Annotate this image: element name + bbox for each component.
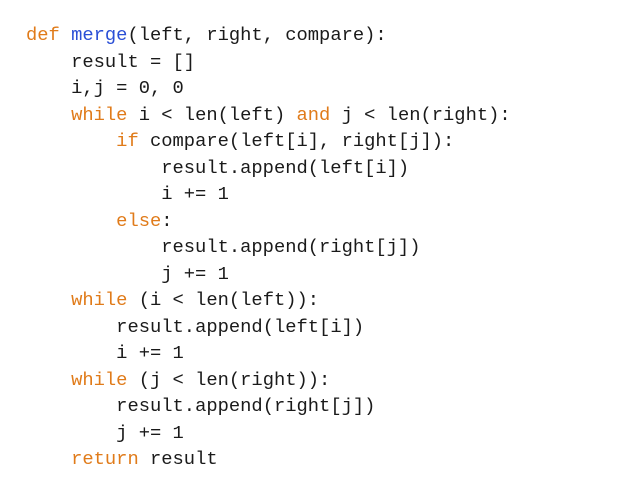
code-keyword: else: [116, 209, 162, 232]
code-text: result = []: [71, 50, 196, 73]
code-text: i < len(left): [127, 103, 297, 126]
code-text: result.append(right[j]): [161, 236, 421, 258]
code-text: (i < len(left)):: [127, 289, 320, 311]
code-text: i += 1: [116, 342, 184, 364]
code-text: :: [161, 209, 173, 232]
code-line: i,j = 0, 0: [26, 75, 511, 102]
code-line: i += 1: [26, 340, 511, 367]
code-keyword: def: [26, 24, 60, 46]
code-keyword: while: [71, 368, 128, 391]
code-text: result.append(left[i]): [116, 315, 365, 338]
code-line: i += 1: [26, 181, 511, 208]
code-text: result: [138, 448, 218, 470]
code-line: j += 1: [26, 261, 511, 288]
code-text: i += 1: [161, 183, 229, 205]
code-line: result = []: [26, 49, 511, 76]
code-text: (j < len(right)):: [127, 368, 331, 391]
code-line: result.append(right[j]): [26, 393, 511, 420]
code-text: (left, right, compare):: [127, 24, 387, 46]
code-text: i,j = 0, 0: [71, 77, 184, 99]
code-keyword: if: [116, 130, 139, 152]
code-text: result.append(right[j]): [116, 395, 376, 417]
code-text: compare(left[i], right[j]):: [138, 130, 455, 152]
code-line: j += 1: [26, 420, 511, 447]
code-text: j += 1: [161, 262, 229, 285]
code-line: return result: [26, 446, 511, 473]
code-text: j += 1: [116, 421, 184, 444]
code-keyword: return: [71, 448, 139, 470]
code-line: result.append(left[i]): [26, 314, 511, 341]
code-keyword: while: [71, 289, 128, 311]
code-keyword: and: [296, 103, 331, 126]
code-line: while i < len(left) and j < len(right):: [26, 102, 511, 129]
code-keyword: while: [71, 103, 128, 126]
code-line: else:: [26, 208, 511, 235]
code-line: if compare(left[i], right[j]):: [26, 128, 511, 155]
code-text: result.append(left[i]): [161, 156, 410, 179]
code-line: while (i < len(left)):: [26, 287, 511, 314]
code-line: while (j < len(right)):: [26, 367, 511, 394]
code-line: def merge(left, right, compare):: [26, 22, 511, 49]
code-line: result.append(left[i]): [26, 155, 511, 182]
code-function-name: merge: [71, 24, 128, 46]
code-line: result.append(right[j]): [26, 234, 511, 261]
code-block: def merge(left, right, compare): result …: [26, 22, 511, 473]
code-text: j < len(right):: [330, 103, 511, 126]
